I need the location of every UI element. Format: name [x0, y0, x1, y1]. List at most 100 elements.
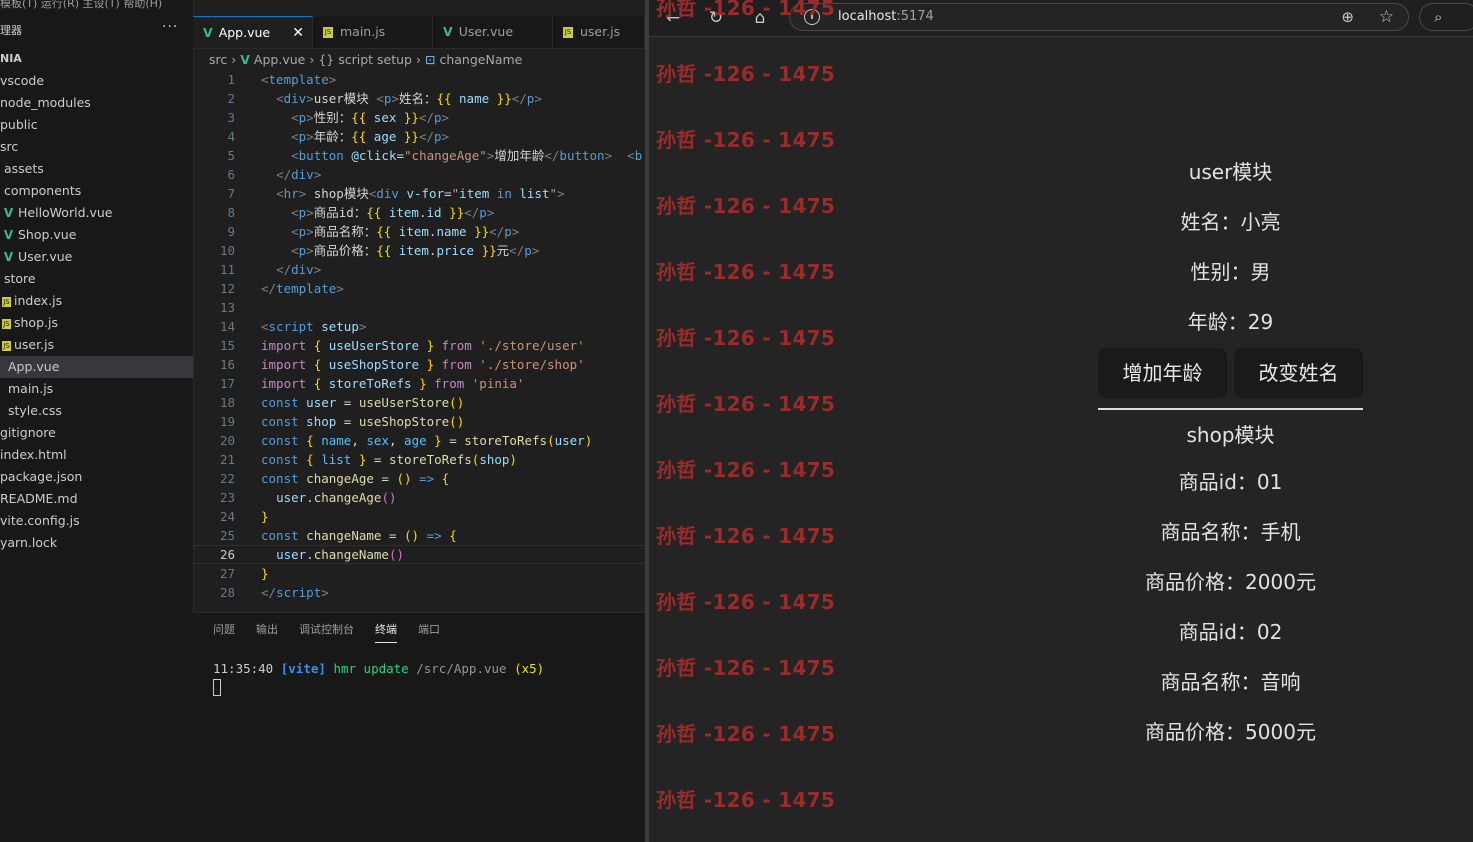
- editor-tab[interactable]: V User.vue: [433, 16, 553, 48]
- code-line[interactable]: 22 const changeAge = () => {: [193, 469, 645, 488]
- tree-item[interactable]: assets: [0, 158, 193, 180]
- code-line[interactable]: 4 <p>年龄：{{ age }}</p>: [193, 127, 645, 146]
- code-line[interactable]: 8 <p>商品id：{{ item.id }}</p>: [193, 203, 645, 222]
- tree-item[interactable]: JS shop.js: [0, 312, 193, 334]
- line-number: 23: [219, 490, 235, 505]
- shop-item-name: 商品名称：手机: [1160, 520, 1301, 544]
- terminal-output[interactable]: 11:35:40 [vite] hmr update /src/App.vue …: [213, 661, 544, 676]
- address-bar[interactable]: i localhost:5174 ⊕ ☆: [789, 3, 1409, 31]
- tree-item[interactable]: V HelloWorld.vue: [0, 202, 193, 224]
- code-line[interactable]: 19 const shop = useShopStore(): [193, 412, 645, 431]
- tree-item[interactable]: index.html: [0, 444, 193, 466]
- code-line[interactable]: 23 user.changeAge(): [193, 488, 645, 507]
- code-line[interactable]: 5 <button @click="changeAge">增加年龄</butto…: [193, 146, 645, 165]
- code-token: './store/shop': [479, 357, 585, 372]
- code-token: =: [336, 395, 359, 410]
- url-text[interactable]: localhost:5174: [838, 4, 934, 30]
- code-line[interactable]: 15 import { useUserStore } from './store/…: [193, 336, 645, 355]
- editor-tab[interactable]: JS main.js: [313, 16, 433, 48]
- tree-item[interactable]: main.js: [0, 378, 193, 400]
- code-token: >: [441, 110, 450, 125]
- code-token: </: [261, 281, 277, 296]
- tree-item[interactable]: yarn.lock: [0, 532, 193, 554]
- zoom-icon[interactable]: ⊕: [1341, 5, 1354, 29]
- tree-item[interactable]: gitignore: [0, 422, 193, 444]
- editor-tab[interactable]: JS user.js: [553, 16, 645, 48]
- tree-item[interactable]: JS index.js: [0, 290, 193, 312]
- code-token: v-for: [406, 186, 445, 201]
- tree-item[interactable]: public: [0, 114, 193, 136]
- panel-tab[interactable]: 输出: [256, 621, 278, 642]
- tree-item[interactable]: store: [0, 268, 193, 290]
- breadcrumb-symbol[interactable]: changeName: [439, 52, 522, 67]
- tree-item[interactable]: vite.config.js: [0, 510, 193, 532]
- code-token: }}: [441, 205, 465, 220]
- tree-item[interactable]: README.md: [0, 488, 193, 510]
- code-token: useShopStore: [328, 357, 420, 372]
- favorite-star-icon[interactable]: ☆: [1379, 4, 1394, 30]
- explorer-title: 理器: [0, 24, 22, 37]
- code-line[interactable]: 16 import { useShopStore } from './store/…: [193, 355, 645, 374]
- code-line[interactable]: 11 </div>: [193, 260, 645, 279]
- code-line[interactable]: 10 <p>商品价格：{{ item.price }}元</p>: [193, 241, 645, 260]
- panel-tab[interactable]: 端口: [418, 621, 440, 642]
- tree-item[interactable]: style.css: [0, 400, 193, 422]
- tree-item-label: yarn.lock: [0, 535, 58, 550]
- tree-item[interactable]: V User.vue: [0, 246, 193, 268]
- code-line[interactable]: 2 <div>user模块 <p>姓名：{{ name }}</p>: [193, 89, 645, 108]
- panel-tabs: 问题 输出 调试控制台 终端 端口: [213, 621, 461, 643]
- code-token: price: [436, 243, 475, 258]
- explorer-root-folder[interactable]: NIA: [0, 48, 22, 70]
- code-line[interactable]: 26 user.changeName(): [193, 545, 645, 564]
- breadcrumb-block[interactable]: script setup: [338, 52, 412, 67]
- code-line[interactable]: 13: [193, 298, 645, 317]
- code-line[interactable]: 27}: [193, 564, 645, 583]
- editor-tab[interactable]: V App.vue ✕: [193, 16, 313, 48]
- code-line[interactable]: 3 <p>性别：{{ sex }}</p>: [193, 108, 645, 127]
- tree-item[interactable]: App.vue: [0, 356, 193, 378]
- breadcrumb-src[interactable]: src: [209, 52, 227, 67]
- code-line[interactable]: 6 </div>: [193, 165, 645, 184]
- search-icon[interactable]: ⌕: [1419, 3, 1473, 31]
- tree-item[interactable]: src: [0, 136, 193, 158]
- panel-tab[interactable]: 调试控制台: [299, 621, 354, 642]
- code-line[interactable]: 12 </template>: [193, 279, 645, 298]
- increase-age-button[interactable]: 增加年龄: [1098, 348, 1227, 398]
- user-module-title: user模块: [1188, 160, 1273, 184]
- code-line[interactable]: 18 const user = useUserStore(): [193, 393, 645, 412]
- code-line[interactable]: 25 const changeName = () => {: [193, 526, 645, 545]
- tree-item[interactable]: V Shop.vue: [0, 224, 193, 246]
- tree-item[interactable]: JS user.js: [0, 334, 193, 356]
- code-line[interactable]: 24}: [193, 507, 645, 526]
- code-text: import { storeToRefs } from 'pinia': [261, 374, 524, 393]
- more-actions-icon[interactable]: ···: [162, 19, 178, 35]
- code-line[interactable]: 14 <script setup>: [193, 317, 645, 336]
- code-line[interactable]: 20 const { name, sex, age } = storeToRefs…: [193, 431, 645, 450]
- change-name-button[interactable]: 改变姓名: [1234, 348, 1363, 398]
- tree-item[interactable]: vscode: [0, 70, 193, 92]
- tree-item[interactable]: components: [0, 180, 193, 202]
- code-token: import: [261, 338, 307, 353]
- code-token: user: [306, 395, 337, 410]
- code-token: }}: [396, 110, 419, 125]
- code-editor[interactable]: 1 <template> 2 <div>user模块 <p>姓名：{{ name }…: [193, 70, 645, 602]
- tree-item[interactable]: package.json: [0, 466, 193, 488]
- code-line[interactable]: 21 const { list } = storeToRefs(shop): [193, 450, 645, 469]
- breadcrumb-file[interactable]: App.vue: [254, 52, 305, 67]
- code-line[interactable]: 9 <p>商品名称：{{ item.name }}</p>: [193, 222, 645, 241]
- panel-tab[interactable]: 问题: [213, 621, 235, 642]
- code-token: {{: [376, 224, 399, 239]
- code-token: >: [313, 262, 322, 277]
- code-line[interactable]: 1 <template>: [193, 70, 645, 89]
- watermark-text: 孙哲 -126 - 1475: [656, 0, 836, 20]
- watermark-text: 孙哲 -126 - 1475: [656, 260, 836, 284]
- code-line[interactable]: 7 <hr> shop模块<div v-for="item in list">: [193, 184, 645, 203]
- panel-tab[interactable]: 终端: [375, 621, 397, 643]
- tree-item[interactable]: node_modules: [0, 92, 193, 114]
- editor-tab-label: main.js: [340, 24, 386, 39]
- close-icon[interactable]: ✕: [292, 17, 304, 49]
- code-token: {: [306, 433, 314, 448]
- code-line[interactable]: 28 </script>: [193, 583, 645, 602]
- code-line[interactable]: 17 import { storeToRefs } from 'pinia': [193, 374, 645, 393]
